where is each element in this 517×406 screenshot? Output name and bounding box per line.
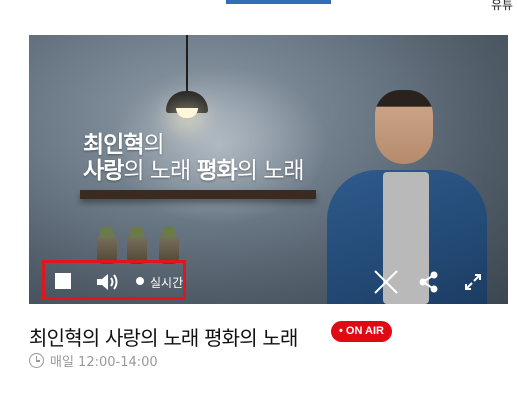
host-photo [327, 90, 487, 304]
host-head [375, 90, 433, 164]
art-title-part: 사랑 [83, 158, 124, 184]
art-title-part: 의 노래 [236, 158, 305, 184]
schedule-text: 매일 12:00-14:00 [50, 355, 158, 370]
on-air-badge: • ON AIR [331, 321, 392, 342]
art-title-part: 평화 [196, 158, 237, 184]
program-art-title: 최인혁의 사랑의 노래 평화의 노래 [83, 132, 305, 184]
art-title-part: 의 [143, 132, 164, 158]
clock-icon [29, 353, 44, 368]
highlight-box [42, 260, 186, 300]
top-right-tab-label[interactable]: 유튜 [491, 0, 513, 13]
lamp-cord [186, 35, 188, 93]
close-icon[interactable] [373, 269, 399, 295]
schedule: 매일 12:00-14:00 [29, 351, 158, 370]
active-tab-indicator [226, 0, 331, 4]
fullscreen-icon[interactable] [464, 273, 482, 291]
share-icon[interactable] [418, 271, 440, 293]
wall-shelf [80, 190, 316, 199]
art-title-part: 의 노래 [123, 158, 197, 184]
program-title[interactable]: 최인혁의 사랑의 노래 평화의 노래 [29, 322, 298, 351]
art-title-part: 최인혁 [83, 132, 144, 158]
